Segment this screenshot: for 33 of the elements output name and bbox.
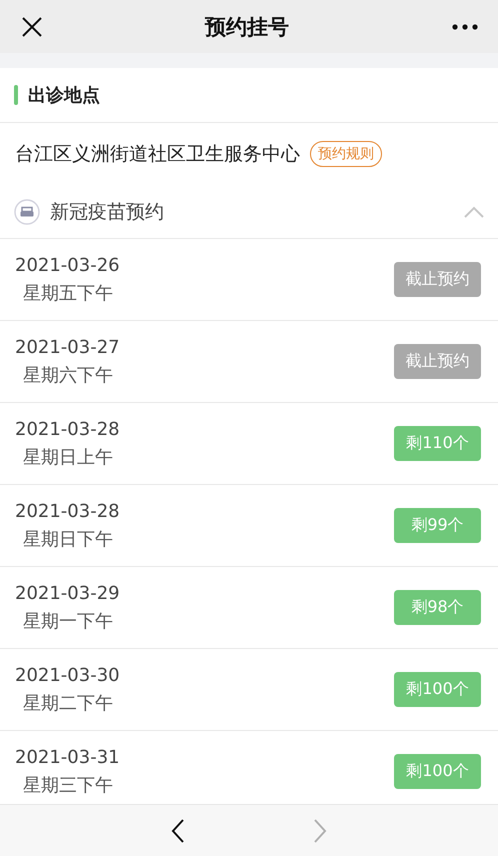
chevron-left-icon: [171, 818, 185, 842]
slot-date: 2021-03-26: [15, 254, 120, 276]
category-header[interactable]: 新冠疫苗预约: [0, 185, 498, 239]
page-title: 预约挂号: [205, 14, 289, 40]
close-button[interactable]: [22, 16, 42, 36]
slot-session: 星期二下午: [23, 692, 114, 714]
slot-date: 2021-03-31: [15, 746, 120, 768]
close-icon: [22, 16, 42, 36]
book-button[interactable]: 剩98个: [394, 590, 481, 625]
chevron-right-icon: [313, 818, 327, 842]
slot-session: 星期六下午: [23, 364, 114, 386]
slot-session: 星期一下午: [23, 610, 114, 632]
slot-date: 2021-03-29: [15, 582, 120, 604]
slot-session: 星期日下午: [23, 528, 114, 550]
slot-session: 星期五下午: [23, 282, 114, 304]
slot-date: 2021-03-28: [15, 418, 120, 440]
book-button[interactable]: 剩100个: [394, 754, 481, 789]
rules-link[interactable]: 预约规则: [310, 141, 382, 167]
category-title: 新冠疫苗预约: [50, 200, 165, 224]
slot-session: 星期日上午: [23, 446, 114, 468]
book-button[interactable]: 剩100个: [394, 672, 481, 707]
slot-date: 2021-03-30: [15, 664, 120, 686]
accent-bar: [14, 85, 18, 105]
section-title: 出诊地点: [28, 84, 100, 107]
book-button[interactable]: 剩110个: [394, 426, 481, 461]
more-icon: [452, 24, 478, 30]
slot-date: 2021-03-28: [15, 500, 120, 522]
book-button[interactable]: 剩99个: [394, 508, 481, 543]
more-button[interactable]: [452, 24, 478, 30]
slot-session: 星期三下午: [23, 774, 114, 796]
printer-icon: [14, 198, 40, 224]
clinic-name: 台江区义洲街道社区卫生服务中心: [15, 142, 300, 167]
slot-date: 2021-03-27: [15, 336, 120, 358]
